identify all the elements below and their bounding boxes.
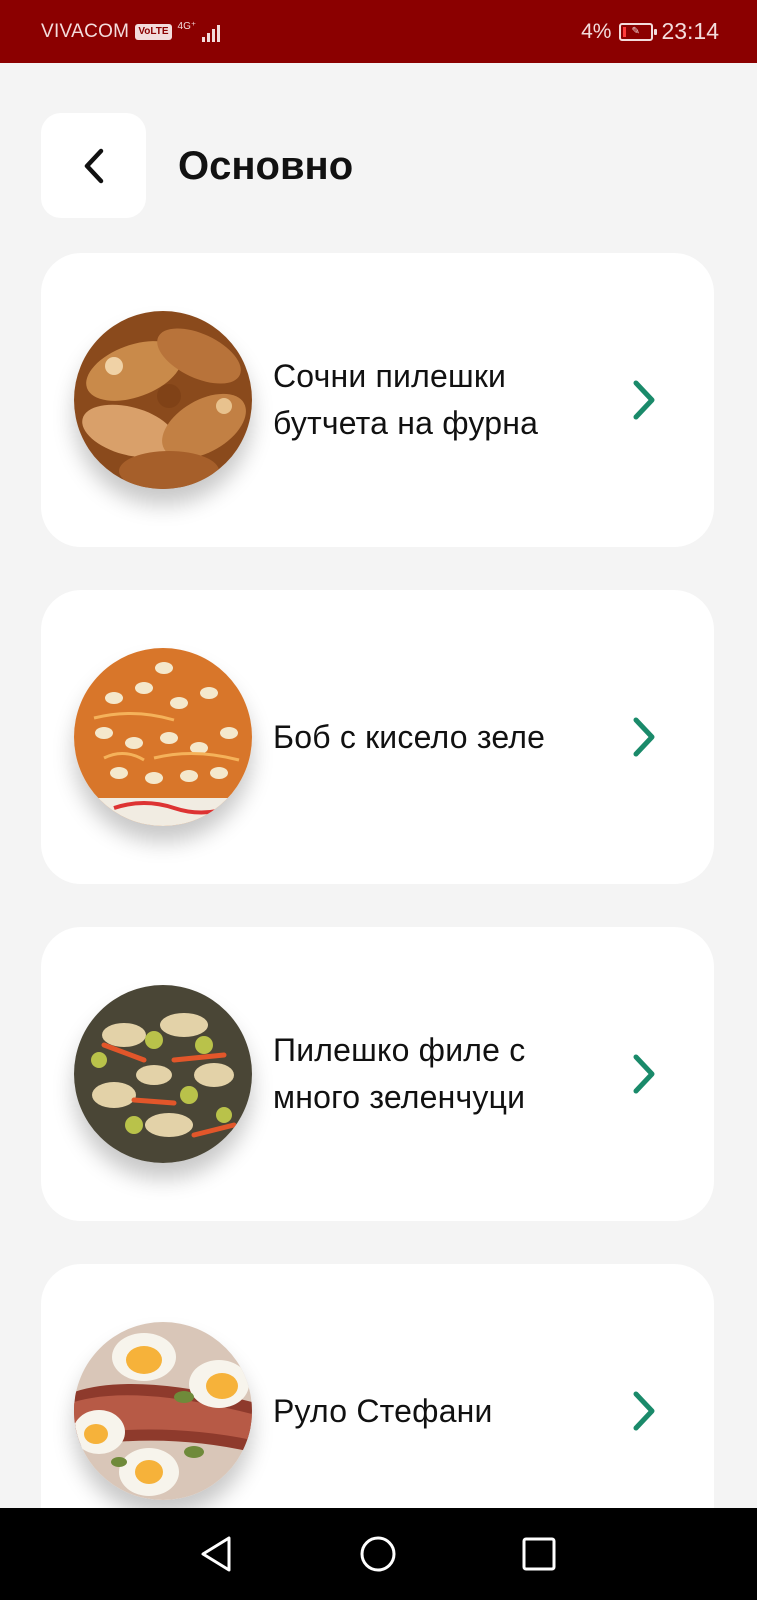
network-type: 4G⁺: [177, 21, 197, 32]
carrier-name: VIVACOM: [41, 20, 130, 42]
circle-home-icon[interactable]: [356, 1532, 400, 1576]
recipe-card[interactable]: Боб с кисело зеле: [41, 590, 714, 884]
chevron-left-icon: [84, 148, 103, 183]
recipe-thumbnail: [74, 985, 252, 1163]
back-button[interactable]: [41, 113, 146, 218]
status-bar: VIVACOM VoLTE 4G⁺ 4% ✎ 23:14: [0, 0, 757, 63]
chevron-right-icon: [633, 717, 655, 757]
recipe-name: Пилешко филе с много зеленчуци: [273, 1032, 526, 1115]
recipe-thumbnail: [74, 648, 252, 826]
recipe-card[interactable]: Пилешко филе с много зеленчуци: [41, 927, 714, 1221]
recipe-thumbnail: [74, 311, 252, 489]
chevron-right-icon: [633, 1054, 655, 1094]
square-recents-icon[interactable]: [517, 1532, 561, 1576]
navigation-bar: [0, 1508, 757, 1600]
status-right: 4% ✎ 23:14: [581, 0, 719, 63]
recipe-name: Боб с кисело зеле: [273, 718, 546, 755]
triangle-back-icon[interactable]: [195, 1532, 239, 1576]
battery-percent: 4%: [581, 19, 612, 43]
chevron-right-icon: [633, 1391, 655, 1431]
chevron-right-icon: [633, 380, 655, 420]
battery-low-icon: ✎: [619, 22, 658, 41]
page-title: Основно: [178, 144, 354, 188]
recipe-card[interactable]: Сочни пилешки бутчета на фурна: [41, 253, 714, 547]
clock: 23:14: [661, 18, 719, 44]
recipe-thumbnail: [74, 1322, 252, 1500]
recipe-name: Сочни пилешки бутчета на фурна: [273, 358, 539, 441]
cellular-signal-icon: [202, 22, 221, 42]
volte-badge: VoLTE: [135, 23, 172, 40]
status-left: VIVACOM VoLTE 4G⁺: [41, 0, 221, 63]
